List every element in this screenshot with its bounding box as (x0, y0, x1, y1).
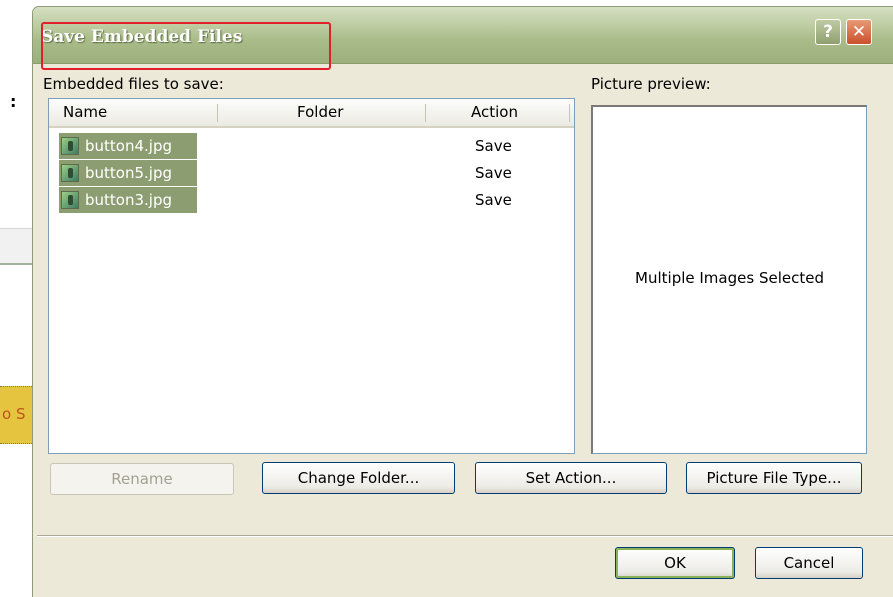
divider (37, 535, 893, 537)
picture-file-type-button[interactable]: Picture File Type... (686, 462, 862, 494)
close-button[interactable]: ✕ (846, 19, 872, 45)
ok-button[interactable]: OK (615, 547, 735, 579)
cancel-button[interactable]: Cancel (755, 547, 863, 579)
file-action: Save (475, 164, 512, 182)
list-header: Name Folder Action (49, 99, 574, 128)
image-file-icon (61, 164, 79, 182)
change-folder-button[interactable]: Change Folder... (262, 462, 455, 494)
help-icon: ? (823, 22, 833, 42)
column-header-action[interactable]: Action (471, 99, 518, 126)
save-embedded-files-dialog: Save Embedded Files ? ✕ Embedded files t… (32, 6, 893, 597)
image-file-icon (61, 137, 79, 155)
image-file-icon (61, 191, 79, 209)
file-name: button4.jpg (85, 137, 172, 155)
set-action-button[interactable]: Set Action... (475, 462, 667, 494)
preview-message: Multiple Images Selected (635, 269, 824, 287)
file-action: Save (475, 137, 512, 155)
embedded-files-label: Embedded files to save: (43, 75, 224, 93)
column-header-name[interactable]: Name (63, 99, 107, 126)
column-header-folder[interactable]: Folder (297, 99, 343, 126)
picture-preview-label: Picture preview: (591, 75, 711, 93)
file-action: Save (475, 191, 512, 209)
background-yellow-text: o S (2, 405, 26, 423)
picture-preview-pane: Multiple Images Selected (591, 105, 867, 454)
file-name: button5.jpg (85, 164, 172, 182)
annotation-highlight-box (41, 22, 331, 70)
file-name: button3.jpg (85, 191, 172, 209)
background-colon-text: : (10, 92, 17, 111)
close-icon: ✕ (851, 22, 867, 42)
column-separator[interactable] (217, 104, 218, 122)
help-button[interactable]: ? (815, 19, 841, 45)
rename-button[interactable]: Rename (50, 463, 234, 495)
embedded-files-list[interactable]: Name Folder Action button4.jpg Save butt… (48, 98, 575, 454)
column-separator[interactable] (569, 104, 570, 122)
column-separator[interactable] (425, 104, 426, 122)
